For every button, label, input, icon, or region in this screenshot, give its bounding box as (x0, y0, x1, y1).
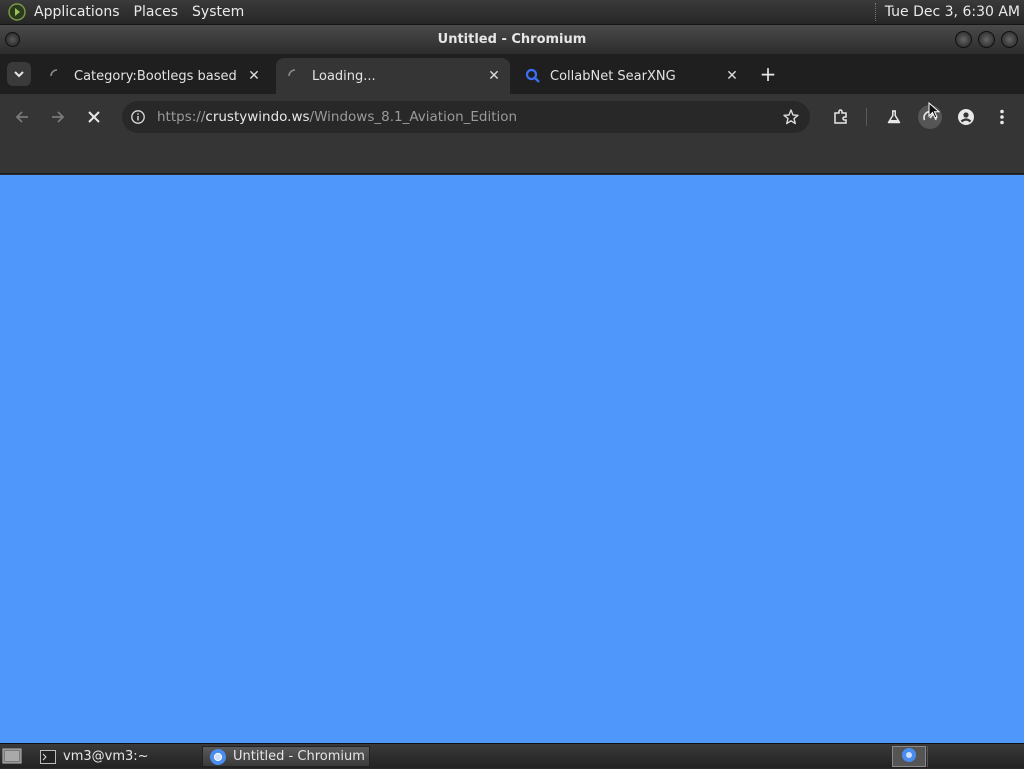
tab-label: Loading... (312, 68, 376, 84)
flask-icon (887, 110, 901, 124)
profile-button[interactable] (954, 105, 978, 129)
bookmark-star-icon[interactable] (782, 108, 800, 130)
url-text: https://crustywindo.ws/Windows_8.1_Aviat… (157, 109, 518, 125)
applications-menu[interactable]: Applications (34, 4, 120, 20)
chrome-menu-button[interactable] (990, 105, 1014, 129)
tab-collabnet-searxng[interactable]: CollabNet SearXNG ✕ (514, 58, 748, 94)
browser-toolbar: https://crustywindo.ws/Windows_8.1_Aviat… (0, 94, 1024, 140)
close-icon[interactable]: ✕ (486, 68, 502, 84)
places-menu[interactable]: Places (134, 4, 179, 20)
taskbar-label: Untitled - Chromium (233, 749, 365, 764)
tab-label: CollabNet SearXNG (550, 68, 676, 84)
bookmarks-bar (0, 140, 1024, 174)
extensions-button[interactable] (829, 105, 853, 129)
close-icon[interactable]: ✕ (724, 68, 740, 84)
tab-search-button[interactable] (7, 62, 31, 86)
toolbar-divider (866, 108, 867, 126)
gnome-foot-icon[interactable] (6, 1, 28, 23)
loading-spinner-icon (48, 67, 66, 85)
tab-label: Category:Bootlegs based on (74, 68, 239, 84)
window-menu-button[interactable] (5, 32, 20, 47)
mouse-cursor-icon (928, 101, 941, 124)
page-content[interactable] (0, 175, 1024, 743)
arrow-left-icon (15, 111, 28, 123)
new-tab-button[interactable]: + (758, 62, 778, 86)
taskbar-item-terminal[interactable]: vm3@vm3:~ (34, 746, 200, 767)
tab-category-bootlegs[interactable]: Category:Bootlegs based on ✕ (38, 58, 270, 94)
arrow-right-icon (52, 111, 65, 123)
close-icon (88, 111, 100, 123)
maximize-button[interactable] (978, 31, 995, 48)
panel-separator (874, 3, 877, 21)
chevron-down-icon (14, 71, 24, 78)
top-panel: Applications Places System Tue Dec 3, 6:… (0, 0, 1024, 25)
close-icon[interactable]: ✕ (246, 68, 262, 84)
taskbar-label: vm3@vm3:~ (63, 749, 149, 764)
taskbar-item-chromium[interactable]: Untitled - Chromium (202, 746, 370, 767)
stop-loading-button[interactable] (82, 105, 106, 129)
labs-button[interactable] (882, 105, 906, 129)
terminal-icon (40, 749, 56, 764)
more-vertical-icon (1000, 109, 1004, 125)
clock[interactable]: Tue Dec 3, 6:30 AM (885, 4, 1020, 20)
minimize-button[interactable] (955, 31, 972, 48)
window-title: Untitled - Chromium (437, 32, 587, 47)
tab-strip: Category:Bootlegs based on ✕ Loading... … (0, 54, 1024, 94)
chromium-icon (901, 747, 917, 767)
puzzle-icon (834, 109, 847, 124)
system-menu[interactable]: System (192, 4, 244, 20)
chromium-icon (209, 748, 227, 766)
bottom-taskbar: vm3@vm3:~ Untitled - Chromium (0, 743, 1024, 768)
address-bar[interactable]: https://crustywindo.ws/Windows_8.1_Aviat… (122, 101, 810, 133)
window-titlebar[interactable]: Untitled - Chromium (0, 25, 1024, 54)
person-icon (958, 109, 974, 125)
workspace-switcher[interactable] (892, 746, 926, 767)
close-window-button[interactable] (1001, 31, 1018, 48)
back-button[interactable] (10, 105, 34, 129)
forward-button[interactable] (46, 105, 70, 129)
tab-loading[interactable]: Loading... ✕ (276, 58, 510, 94)
search-icon (524, 67, 542, 85)
workspace-switcher-empty[interactable] (927, 746, 1022, 767)
loading-spinner-icon (286, 67, 304, 85)
site-info-icon[interactable] (130, 109, 146, 129)
show-desktop-icon[interactable] (2, 747, 22, 765)
